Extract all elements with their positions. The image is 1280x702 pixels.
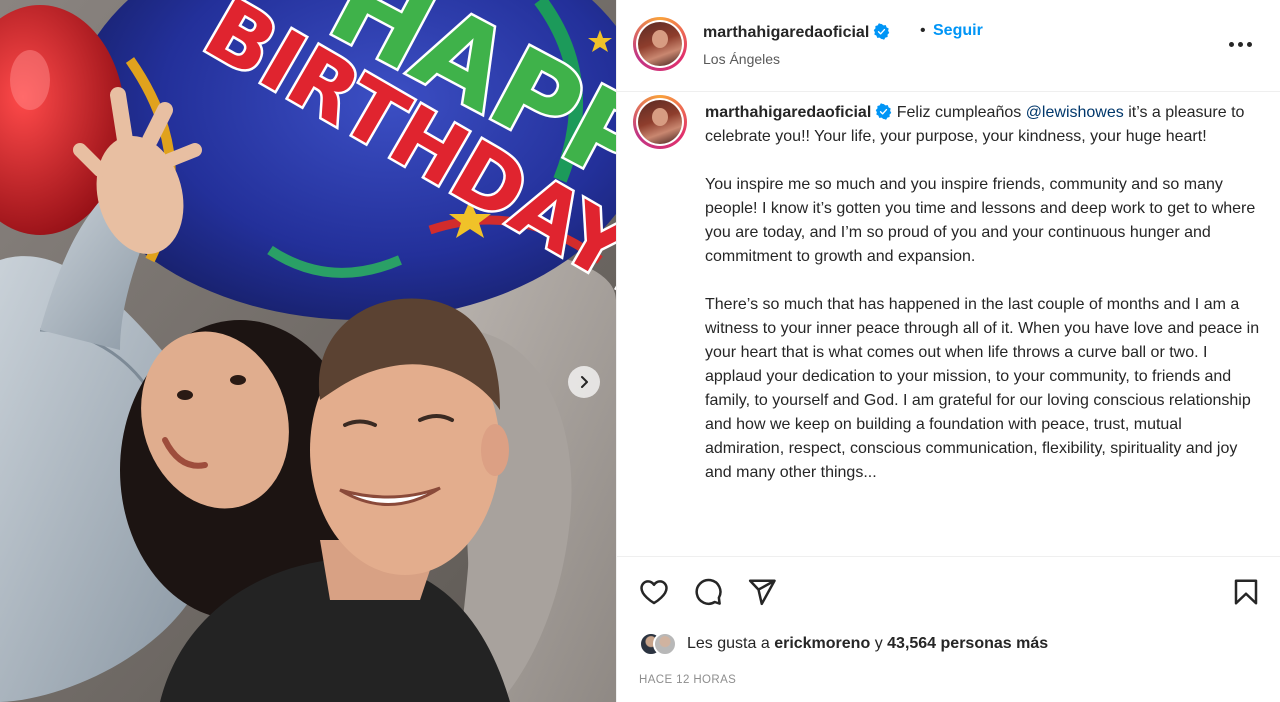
post-media[interactable]: HAPPY BIRTHDAY! xyxy=(0,0,616,702)
comment-icon[interactable] xyxy=(693,577,723,607)
liker-avatar[interactable] xyxy=(653,632,677,656)
caption-mention-link[interactable]: @lewishowes xyxy=(1026,104,1124,121)
likes-count-link[interactable]: 43,564 personas más xyxy=(887,635,1048,652)
verified-badge-icon xyxy=(876,103,892,120)
send-icon[interactable] xyxy=(747,577,777,607)
more-options-icon xyxy=(1228,41,1234,47)
caption-paragraph-3: There’s so much that has happened in the… xyxy=(705,296,1260,481)
header-separator: • xyxy=(920,22,926,39)
post-details-panel: marthahigaredaoficial • Seguir Los Ángel… xyxy=(616,0,1280,702)
caption-paragraph-2: You inspire me so much and you inspire f… xyxy=(705,176,1256,265)
post-photo: HAPPY BIRTHDAY! xyxy=(0,0,616,702)
post-actions: Les gusta a erickmoreno y 43,564 persona… xyxy=(617,556,1280,702)
caption-author-avatar[interactable] xyxy=(633,95,687,149)
author-avatar[interactable] xyxy=(633,17,687,71)
chevron-right-icon xyxy=(581,376,588,388)
caption-intro: Feliz cumpleaños xyxy=(896,104,1022,121)
bookmark-icon[interactable] xyxy=(1231,577,1261,607)
follow-button[interactable]: Seguir xyxy=(933,22,983,40)
post-header: marthahigaredaoficial • Seguir Los Ángel… xyxy=(617,0,1280,92)
liker-username-link[interactable]: erickmoreno xyxy=(774,635,870,652)
heart-icon[interactable] xyxy=(639,577,669,607)
more-options-button[interactable] xyxy=(1222,30,1258,58)
post-location[interactable]: Los Ángeles xyxy=(703,51,780,67)
caption-author-username[interactable]: marthahigaredaoficial xyxy=(705,103,892,121)
post-caption: marthahigaredaoficial Feliz cumpleaños @… xyxy=(705,101,1265,509)
author-username[interactable]: marthahigaredaoficial xyxy=(703,23,890,42)
verified-badge-icon xyxy=(874,23,890,40)
post-timestamp[interactable]: HACE 12 HORAS xyxy=(639,674,736,686)
likes-text: Les gusta a erickmoreno y 43,564 persona… xyxy=(687,635,1049,652)
carousel-next-button[interactable] xyxy=(568,366,600,398)
likes-summary: Les gusta a erickmoreno y 43,564 persona… xyxy=(639,629,1048,659)
caption-scroll-area[interactable]: marthahigaredaoficial Feliz cumpleaños @… xyxy=(617,93,1280,555)
